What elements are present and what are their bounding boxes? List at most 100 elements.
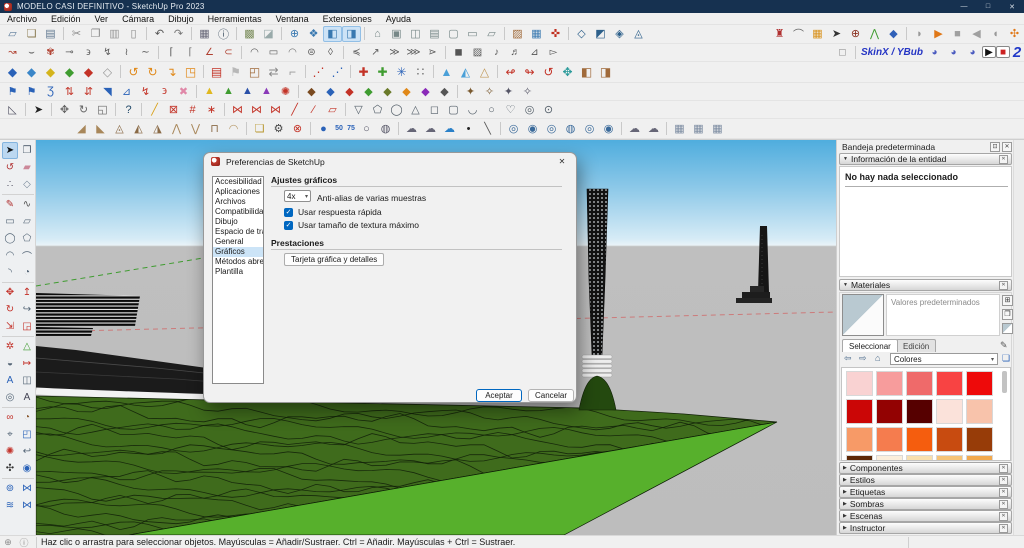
gradient-tool-icon[interactable]: ▦ — [808, 26, 827, 42]
anim-shape-2-icon[interactable]: ◖ — [986, 26, 1005, 42]
layer-arrow-brown-icon[interactable]: ◆ — [302, 83, 321, 99]
preferences-category-list[interactable]: Accesibilidad Aplicaciones Archivos Compati… — [212, 176, 264, 384]
dialog-close-icon[interactable]: ✕ — [548, 157, 576, 166]
color-swatch[interactable] — [966, 371, 993, 396]
path-red-icon[interactable]: ⋰ — [309, 64, 328, 80]
plus-red-icon[interactable]: ✚ — [354, 64, 373, 80]
cup-tool-icon[interactable]: ⊂ — [219, 44, 238, 60]
text-tool[interactable]: A — [2, 372, 18, 389]
sample-paint-icon[interactable]: ✎ — [1000, 340, 1008, 351]
circle-tool[interactable]: ◯ — [2, 230, 18, 247]
dimension-tool[interactable]: ↦ — [19, 355, 35, 372]
x-red-2-icon[interactable]: ⋈ — [247, 102, 266, 118]
geolocation-icon[interactable]: ⊕ — [0, 537, 16, 548]
red-list-icon[interactable]: ▤ — [207, 64, 226, 80]
layer-arrow-green-icon[interactable]: ◆ — [359, 83, 378, 99]
texture-b-icon[interactable]: ▦ — [689, 121, 708, 137]
antialias-dropdown[interactable]: 4x ▾ — [284, 190, 311, 202]
section-componentes[interactable]: ▶ Componentes ✕ — [839, 462, 1012, 474]
select-2-icon[interactable]: ➤ — [29, 102, 48, 118]
j-tool-icon[interactable]: Ʒ — [41, 83, 60, 99]
skin-blob-2-icon[interactable]: ◕ — [944, 44, 963, 60]
freehand-tool[interactable]: ∿ — [19, 196, 35, 213]
section-etiquetas[interactable]: ▶ Etiquetas ✕ — [839, 486, 1012, 498]
section-estilos[interactable]: ▶ Estilos ✕ — [839, 474, 1012, 486]
flag-icon[interactable]: ⚑ — [226, 64, 245, 80]
materials-close-icon[interactable]: ✕ — [999, 280, 1008, 290]
bolt-red-icon[interactable]: ↯ — [136, 83, 155, 99]
layer-arrow-olive-icon[interactable]: ◆ — [378, 83, 397, 99]
diamond-green-icon[interactable]: ◆ — [60, 64, 79, 80]
pair-tool-4-icon[interactable]: ✧ — [518, 83, 537, 99]
texture-a-icon[interactable]: ▦ — [670, 121, 689, 137]
eraser-tool[interactable]: ▰ — [19, 159, 35, 176]
diamond-yellow-icon[interactable]: ◆ — [41, 64, 60, 80]
skinx-label[interactable]: SkinX / YBub — [859, 47, 925, 58]
folder-icon[interactable]: ❏ — [250, 121, 269, 137]
pair-tool-2-icon[interactable]: ✧ — [480, 83, 499, 99]
line-tool[interactable]: ✎ — [2, 196, 18, 213]
slab-tool-icon[interactable]: ▭ — [264, 44, 283, 60]
section-close-icon[interactable]: ✕ — [999, 511, 1008, 521]
color-swatch[interactable] — [906, 455, 933, 460]
pin-tool-icon[interactable]: ✜ — [546, 26, 565, 42]
color-swatch[interactable] — [936, 455, 963, 460]
texture-tool-icon[interactable]: ▨ — [508, 26, 527, 42]
layer-arrow-violet-icon[interactable]: ◆ — [416, 83, 435, 99]
color-swatch[interactable] — [936, 371, 963, 396]
bezier-tool-7-icon[interactable]: ≀ — [117, 44, 136, 60]
solid-shape-4-icon[interactable]: △ — [406, 102, 425, 118]
section-display-tool[interactable]: ◫ — [19, 372, 35, 389]
section-close-icon[interactable]: ✕ — [999, 463, 1008, 473]
home-icon[interactable]: ⌂ — [875, 353, 880, 363]
offset-tool[interactable]: ◲ — [19, 318, 35, 335]
bezier-tool-3-icon[interactable]: ✾ — [41, 44, 60, 60]
menu-extensiones[interactable]: Extensiones — [316, 14, 379, 24]
triangle-blue-2-icon[interactable]: ◭ — [456, 64, 475, 80]
bag-icon[interactable]: ◰ — [245, 64, 264, 80]
box-brown-1-icon[interactable]: ◧ — [577, 64, 596, 80]
paint-bucket-tool[interactable]: ∴ — [2, 176, 18, 193]
skin-play-button[interactable]: ▶ — [982, 46, 996, 59]
front-view-icon[interactable]: ◨ — [342, 25, 361, 42]
section-plane-tool[interactable]: ⊚ — [2, 480, 18, 497]
corner-icon[interactable]: ⌐ — [283, 64, 302, 80]
pair-tool-3-icon[interactable]: ✦ — [499, 83, 518, 99]
solid-shape-3-icon[interactable]: ◯ — [387, 102, 406, 118]
swirl-red-big-icon[interactable]: ✺ — [276, 83, 295, 99]
loop-red-1-icon[interactable]: ↫ — [501, 64, 520, 80]
make-component-tool[interactable]: ↺ — [2, 159, 18, 176]
wireframe-4-icon[interactable]: ◬ — [629, 26, 648, 42]
view-pane-6-icon[interactable]: ▱ — [482, 26, 501, 42]
color-swatch[interactable] — [876, 455, 903, 460]
triangle-tan-icon[interactable]: △ — [475, 64, 494, 80]
view-pane-3-icon[interactable]: ▤ — [425, 26, 444, 42]
paste-icon[interactable]: ▥ — [105, 26, 124, 42]
x-pink-icon[interactable]: ✖ — [174, 83, 193, 99]
note-1-icon[interactable]: ♪ — [487, 44, 506, 60]
sandbox-4-icon[interactable]: ◭ — [129, 121, 148, 137]
section-close-icon[interactable]: ✕ — [999, 487, 1008, 497]
secondary-pane-icon[interactable]: ❒ — [1002, 309, 1013, 320]
target-5-icon[interactable]: ◎ — [580, 121, 599, 137]
play-icon[interactable]: ▶ — [929, 26, 948, 42]
section-instructor[interactable]: ▶ Instructor ✕ — [839, 522, 1012, 534]
settings-gear-icon[interactable]: ⚙ — [269, 121, 288, 137]
bezier-tool-8-icon[interactable]: ∼ — [136, 44, 155, 60]
bezier-tool-1-icon[interactable]: ↝ — [3, 44, 22, 60]
category-m-todos-abrev-[interactable]: Métodos abrev... — [213, 257, 263, 267]
plus-green-icon[interactable]: ✚ — [373, 64, 392, 80]
section-close-icon[interactable]: ✕ — [999, 475, 1008, 485]
layer-arrow-red-icon[interactable]: ◆ — [340, 83, 359, 99]
entity-info-header[interactable]: ▼ Información de la entidad ✕ — [839, 153, 1012, 165]
loop-red-2-icon[interactable]: ↬ — [520, 64, 539, 80]
tri-right-icon[interactable]: ▻ — [544, 44, 563, 60]
sandbox-1-icon[interactable]: ◢ — [72, 121, 91, 137]
grid-dots-icon[interactable]: ∷ — [411, 64, 430, 80]
target-4-icon[interactable]: ◍ — [561, 121, 580, 137]
asterisk-blue-icon[interactable]: ✳ — [392, 64, 411, 80]
triangle-blue-1-icon[interactable]: ▲ — [437, 64, 456, 80]
menu-edición[interactable]: Edición — [44, 14, 88, 24]
cancel-button[interactable]: Cancelar — [528, 389, 574, 402]
select-tool[interactable]: ➤ — [2, 142, 18, 159]
